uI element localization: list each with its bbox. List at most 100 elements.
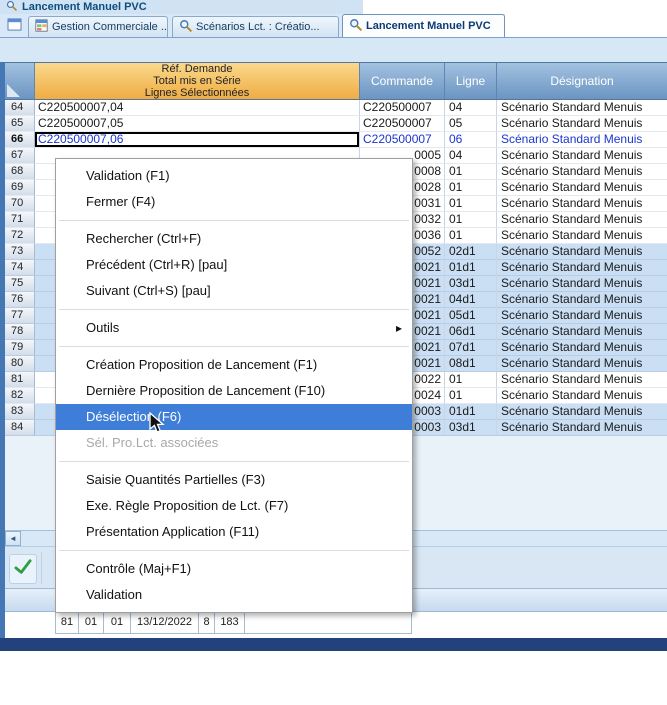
row-number[interactable]: 71	[5, 212, 35, 228]
ligne-cell[interactable]: 02d1	[445, 244, 497, 260]
row-number[interactable]: 83	[5, 404, 35, 420]
ligne-cell[interactable]: 07d1	[445, 340, 497, 356]
row-number[interactable]: 79	[5, 340, 35, 356]
designation-cell[interactable]: Scénario Standard Menuis	[497, 324, 667, 340]
commande-cell[interactable]: C220500007	[360, 116, 445, 132]
table-row[interactable]: 66C220500007,06C22050000706Scénario Stan…	[5, 132, 667, 148]
ligne-cell[interactable]: 01	[445, 212, 497, 228]
ligne-cell[interactable]: 01	[445, 164, 497, 180]
row-number[interactable]: 66	[5, 132, 35, 148]
designation-cell[interactable]: Scénario Standard Menuis	[497, 116, 667, 132]
designation-cell[interactable]: Scénario Standard Menuis	[497, 308, 667, 324]
row-number[interactable]: 69	[5, 180, 35, 196]
ligne-cell[interactable]: 04	[445, 100, 497, 116]
menu-item[interactable]: Validation (F1)	[56, 163, 412, 189]
ref-demande-cell[interactable]: C220500007,06	[35, 132, 360, 148]
designation-cell[interactable]: Scénario Standard Menuis	[497, 276, 667, 292]
row-number[interactable]: 82	[5, 388, 35, 404]
table-row[interactable]: 64C220500007,04C22050000704Scénario Stan…	[5, 100, 667, 116]
bottom-grid-cell[interactable]: 01	[104, 612, 131, 634]
designation-cell[interactable]: Scénario Standard Menuis	[497, 148, 667, 164]
designation-cell[interactable]: Scénario Standard Menuis	[497, 388, 667, 404]
designation-cell[interactable]: Scénario Standard Menuis	[497, 356, 667, 372]
menu-item[interactable]: Contrôle (Maj+F1)	[56, 556, 412, 582]
menu-item[interactable]: Précédent (Ctrl+R) [pau]	[56, 252, 412, 278]
row-number[interactable]: 72	[5, 228, 35, 244]
designation-cell[interactable]: Scénario Standard Menuis	[497, 372, 667, 388]
designation-cell[interactable]: Scénario Standard Menuis	[497, 228, 667, 244]
column-header-commande[interactable]: Commande	[360, 63, 445, 99]
ligne-cell[interactable]: 01	[445, 180, 497, 196]
row-number[interactable]: 70	[5, 196, 35, 212]
row-number[interactable]: 78	[5, 324, 35, 340]
designation-cell[interactable]: Scénario Standard Menuis	[497, 180, 667, 196]
bottom-grid-cell[interactable]: 81	[56, 612, 79, 634]
ligne-cell[interactable]: 03d1	[445, 420, 497, 436]
ligne-cell[interactable]: 03d1	[445, 276, 497, 292]
row-number[interactable]: 64	[5, 100, 35, 116]
row-number[interactable]: 77	[5, 308, 35, 324]
commande-cell[interactable]: C220500007	[360, 132, 445, 148]
row-number[interactable]: 80	[5, 356, 35, 372]
row-number[interactable]: 76	[5, 292, 35, 308]
designation-cell[interactable]: Scénario Standard Menuis	[497, 100, 667, 116]
column-header-designation[interactable]: Désignation	[497, 63, 667, 99]
ligne-cell[interactable]: 01	[445, 196, 497, 212]
column-header-corner[interactable]	[5, 63, 35, 99]
column-header-ligne[interactable]: Ligne	[445, 63, 497, 99]
row-number[interactable]: 65	[5, 116, 35, 132]
ligne-cell[interactable]: 04	[445, 148, 497, 164]
menu-item[interactable]: Désélection (F6)	[56, 404, 412, 430]
menu-item[interactable]: Exe. Règle Proposition de Lct. (F7)	[56, 493, 412, 519]
row-number[interactable]: 68	[5, 164, 35, 180]
ligne-cell[interactable]: 05	[445, 116, 497, 132]
designation-cell[interactable]: Scénario Standard Menuis	[497, 260, 667, 276]
scroll-left-button[interactable]: ◄	[5, 531, 21, 546]
menu-item[interactable]: Saisie Quantités Partielles (F3)	[56, 467, 412, 493]
bottom-grid-cell[interactable]	[245, 612, 412, 634]
designation-cell[interactable]: Scénario Standard Menuis	[497, 244, 667, 260]
row-number[interactable]: 67	[5, 148, 35, 164]
ligne-cell[interactable]: 01	[445, 372, 497, 388]
ligne-cell[interactable]: 01d1	[445, 260, 497, 276]
menu-item[interactable]: Validation	[56, 582, 412, 608]
ligne-cell[interactable]: 06	[445, 132, 497, 148]
ref-demande-cell[interactable]: C220500007,04	[35, 100, 360, 116]
menu-item[interactable]: Présentation Application (F11)	[56, 519, 412, 545]
row-number[interactable]: 75	[5, 276, 35, 292]
row-number[interactable]: 84	[5, 420, 35, 436]
menu-item[interactable]: Suivant (Ctrl+S) [pau]	[56, 278, 412, 304]
bottom-grid-cell[interactable]: 13/12/2022	[131, 612, 199, 634]
tab-scenarios-lct[interactable]: Scénarios Lct. : Créatio...	[172, 16, 339, 37]
ligne-cell[interactable]: 01	[445, 388, 497, 404]
bottom-grid-cell[interactable]: 8	[199, 612, 215, 634]
designation-cell[interactable]: Scénario Standard Menuis	[497, 212, 667, 228]
ligne-cell[interactable]: 06d1	[445, 324, 497, 340]
menu-item[interactable]: Rechercher (Ctrl+F)	[56, 226, 412, 252]
designation-cell[interactable]: Scénario Standard Menuis	[497, 292, 667, 308]
ref-demande-cell[interactable]: C220500007,05	[35, 116, 360, 132]
tab-gestion-commerciale[interactable]: Gestion Commerciale ...	[28, 16, 168, 37]
ligne-cell[interactable]: 08d1	[445, 356, 497, 372]
designation-cell[interactable]: Scénario Standard Menuis	[497, 164, 667, 180]
designation-cell[interactable]: Scénario Standard Menuis	[497, 404, 667, 420]
tab-lancement-manuel-pvc[interactable]: Lancement Manuel PVC	[342, 14, 505, 37]
bottom-grid-cell[interactable]: 01	[79, 612, 104, 634]
row-number[interactable]: 81	[5, 372, 35, 388]
designation-cell[interactable]: Scénario Standard Menuis	[497, 340, 667, 356]
row-number[interactable]: 73	[5, 244, 35, 260]
designation-cell[interactable]: Scénario Standard Menuis	[497, 196, 667, 212]
commande-cell[interactable]: C220500007	[360, 100, 445, 116]
designation-cell[interactable]: Scénario Standard Menuis	[497, 132, 667, 148]
menu-item[interactable]: Fermer (F4)	[56, 189, 412, 215]
ligne-cell[interactable]: 05d1	[445, 308, 497, 324]
ligne-cell[interactable]: 04d1	[445, 292, 497, 308]
designation-cell[interactable]: Scénario Standard Menuis	[497, 420, 667, 436]
ligne-cell[interactable]: 01	[445, 228, 497, 244]
ligne-cell[interactable]: 01d1	[445, 404, 497, 420]
column-header-ref-demande[interactable]: Réf. Demande Total mis en Série Lignes S…	[35, 63, 360, 99]
bottom-grid-cell[interactable]: 183	[215, 612, 245, 634]
table-row[interactable]: 65C220500007,05C22050000705Scénario Stan…	[5, 116, 667, 132]
menu-item[interactable]: Création Proposition de Lancement (F1)	[56, 352, 412, 378]
menu-item[interactable]: Dernière Proposition de Lancement (F10)	[56, 378, 412, 404]
